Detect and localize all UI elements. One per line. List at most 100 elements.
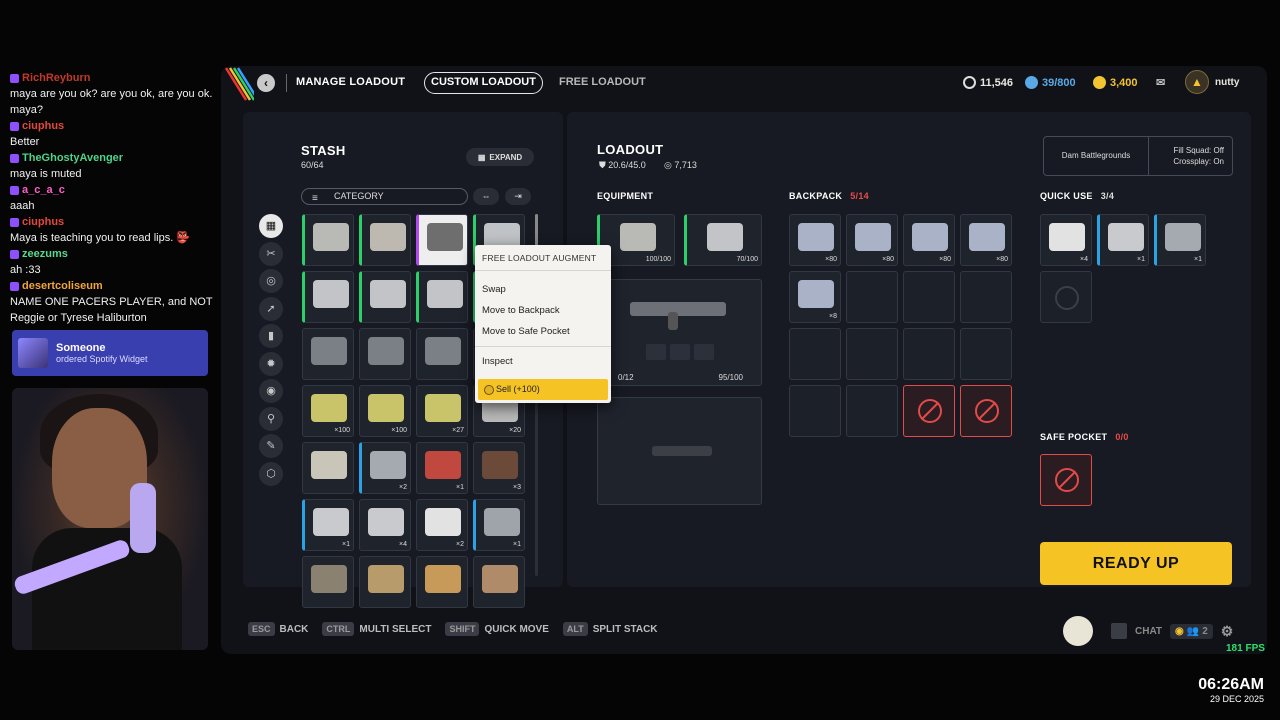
settings-gear-icon[interactable]: ⚙ <box>1221 623 1234 640</box>
chat-text: aaah <box>10 200 35 212</box>
item-icon <box>482 451 518 479</box>
back-button[interactable]: ‹ <box>257 74 275 92</box>
stash-slot[interactable]: ×3 <box>473 442 525 494</box>
stash-slot[interactable] <box>302 556 354 608</box>
item-icon <box>425 394 461 422</box>
expand-button[interactable]: ▦ EXPAND <box>466 148 534 166</box>
ammo-icon[interactable]: ▮ <box>259 324 283 348</box>
mail-icon[interactable]: ✉ <box>1156 76 1165 89</box>
item-icon <box>370 280 406 308</box>
coin-small-icon: ◉ <box>1175 625 1184 637</box>
avatar: ▲ <box>1185 70 1209 94</box>
quick-use-slot[interactable]: ×1 <box>1154 214 1206 266</box>
stash-slot[interactable] <box>416 328 468 380</box>
weapon-slot-primary[interactable]: 0/12 95/100 <box>597 279 762 386</box>
category-filter[interactable]: ≡ CATEGORY <box>301 188 468 205</box>
stock-attachment-icon[interactable] <box>694 344 714 360</box>
webcam-feed <box>12 388 208 650</box>
item-icon <box>425 508 461 536</box>
equipment-shield-slot[interactable]: 70/100 <box>684 214 762 266</box>
user-profile[interactable]: ▲ nutty <box>1185 70 1239 94</box>
weapon-slot-secondary[interactable] <box>597 397 762 505</box>
backpack-slot[interactable] <box>846 385 898 437</box>
menu-item-swap[interactable]: Swap <box>475 279 611 300</box>
backpack-slot[interactable]: ×80 <box>789 214 841 266</box>
menu-item-inspect[interactable]: Inspect <box>475 351 611 372</box>
backpack-slot[interactable]: ×8 <box>789 271 841 323</box>
stash-slot[interactable]: ×4 <box>359 499 411 551</box>
stash-slot[interactable] <box>359 556 411 608</box>
ready-up-button[interactable]: READY UP <box>1040 542 1232 585</box>
backpack-slot[interactable] <box>960 271 1012 323</box>
backpack-slot[interactable] <box>789 328 841 380</box>
backpack-slot[interactable] <box>846 271 898 323</box>
stash-slot[interactable] <box>302 214 354 266</box>
grid-icon[interactable]: ▦ <box>259 214 283 238</box>
stash-slot[interactable] <box>302 442 354 494</box>
stash-slot[interactable] <box>359 214 411 266</box>
stash-slot[interactable]: ×1 <box>473 499 525 551</box>
map-settings[interactable]: Dam Battlegrounds Fill Squad: Off Crosspl… <box>1043 136 1233 176</box>
stash-slot[interactable] <box>416 271 468 323</box>
stash-slot[interactable] <box>416 214 468 266</box>
menu-item-move-safe-pocket[interactable]: Move to Safe Pocket <box>475 321 611 342</box>
credits-display: 11,546 <box>963 76 1013 89</box>
loadout-weight: ⛊ 20.6/45.0 <box>599 160 646 170</box>
quick-use-slot[interactable] <box>1040 271 1092 323</box>
backpack-slot[interactable] <box>846 328 898 380</box>
backpack-slot[interactable]: ×80 <box>903 214 955 266</box>
tab-custom-loadout[interactable]: CUSTOM LOADOUT <box>424 72 543 94</box>
transfer-button[interactable]: ⇥ <box>505 188 531 205</box>
rifle-mag-icon <box>668 312 678 330</box>
quick-use-slot[interactable]: ×1 <box>1097 214 1149 266</box>
party-button[interactable]: ◉ 👥 2 <box>1170 623 1213 639</box>
chat-badge-icon <box>10 121 19 131</box>
ring-icon[interactable]: ◉ <box>259 379 283 403</box>
page-title: MANAGE LOADOUT <box>296 76 406 88</box>
rank-badge-icon[interactable] <box>1063 616 1093 646</box>
category-sidebar: ▦ ✂ ◎ ➚ ▮ ✹ ◉ ⚲ ✎ ⬡ <box>259 214 289 489</box>
stash-slot[interactable] <box>416 556 468 608</box>
alert-avatar <box>18 338 48 368</box>
stash-slot[interactable]: ×27 <box>416 385 468 437</box>
blocked-icon <box>1055 468 1079 492</box>
stash-slot[interactable] <box>359 271 411 323</box>
key-cap: ESC <box>248 622 275 636</box>
helmet-icon[interactable]: ✂ <box>259 241 283 266</box>
stash-slot[interactable]: ×1 <box>416 442 468 494</box>
backpack-slot[interactable]: ×80 <box>960 214 1012 266</box>
backpack-slot[interactable] <box>903 271 955 323</box>
safe-pocket-label: SAFE POCKET 0/0 <box>1040 432 1129 442</box>
stash-slot[interactable]: ×1 <box>302 499 354 551</box>
box-icon[interactable]: ⬡ <box>259 461 283 486</box>
item-quantity: ×27 <box>452 427 464 434</box>
muzzle-attachment-icon[interactable] <box>646 344 666 360</box>
wrench-icon[interactable]: ✎ <box>259 434 283 458</box>
tab-free-loadout[interactable]: FREE LOADOUT <box>559 76 646 88</box>
stash-slot[interactable]: ×100 <box>359 385 411 437</box>
stash-slot[interactable]: ×2 <box>359 442 411 494</box>
sort-button[interactable]: ⇔ <box>473 188 499 205</box>
bullet-icon[interactable]: ➚ <box>259 296 283 321</box>
quick-use-slot[interactable]: ×4 <box>1040 214 1092 266</box>
backpack-slot[interactable]: ×80 <box>846 214 898 266</box>
backpack-slot[interactable] <box>903 328 955 380</box>
stash-slot[interactable]: ×100 <box>302 385 354 437</box>
menu-item-sell[interactable]: Sell (+100) <box>478 379 608 400</box>
stash-slot[interactable] <box>302 328 354 380</box>
item-icon <box>370 223 406 251</box>
clock: 06:26AM 29 DEC 2025 <box>1198 676 1264 704</box>
underbarrel-attachment-icon[interactable] <box>670 344 690 360</box>
stash-slot[interactable] <box>473 556 525 608</box>
stash-slot[interactable] <box>359 328 411 380</box>
chat-button[interactable]: CHAT <box>1135 626 1162 637</box>
gear-icon[interactable]: ✹ <box>259 351 283 376</box>
backpack-slot[interactable] <box>960 328 1012 380</box>
shield-icon[interactable]: ◎ <box>259 269 283 293</box>
item-icon <box>1049 223 1085 251</box>
stash-slot[interactable]: ×2 <box>416 499 468 551</box>
backpack-slot[interactable] <box>789 385 841 437</box>
tool-icon[interactable]: ⚲ <box>259 406 283 431</box>
stash-slot[interactable] <box>302 271 354 323</box>
menu-item-move-backpack[interactable]: Move to Backpack <box>475 300 611 321</box>
